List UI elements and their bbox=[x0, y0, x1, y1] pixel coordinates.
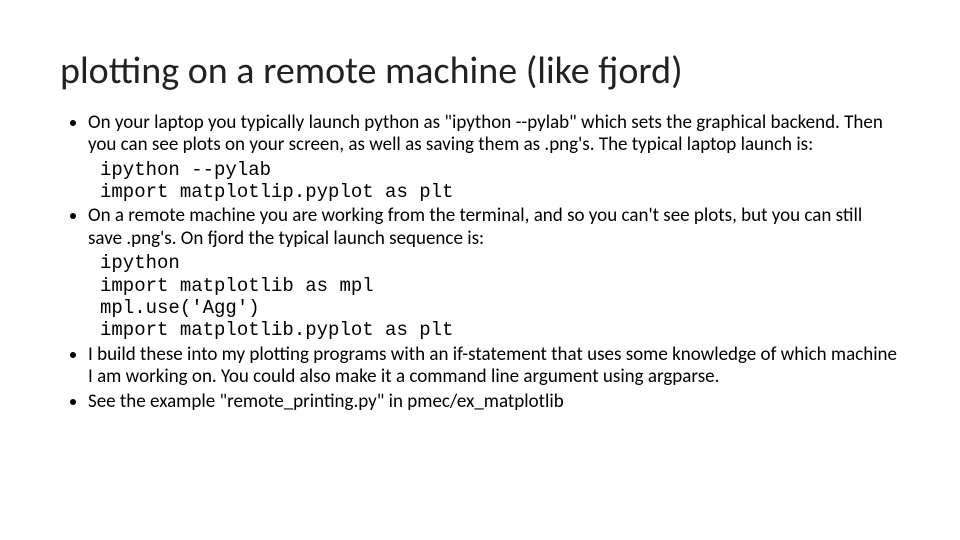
slide: plotting on a remote machine (like fjord… bbox=[0, 0, 960, 445]
bullet-list: I build these into my plotting programs … bbox=[60, 344, 900, 413]
slide-title: plotting on a remote machine (like fjord… bbox=[60, 50, 900, 94]
bullet-item: I build these into my plotting programs … bbox=[88, 344, 900, 389]
code-block: ipython --pylab import matplotlip.pyplot… bbox=[100, 159, 900, 204]
bullet-list: On a remote machine you are working from… bbox=[60, 205, 900, 250]
bullet-list: On your laptop you typically launch pyth… bbox=[60, 112, 900, 157]
bullet-item: See the example "remote_printing.py" in … bbox=[88, 391, 900, 413]
bullet-item: On a remote machine you are working from… bbox=[88, 205, 900, 250]
code-block: ipython import matplotlib as mpl mpl.use… bbox=[100, 252, 900, 342]
bullet-item: On your laptop you typically launch pyth… bbox=[88, 112, 900, 157]
